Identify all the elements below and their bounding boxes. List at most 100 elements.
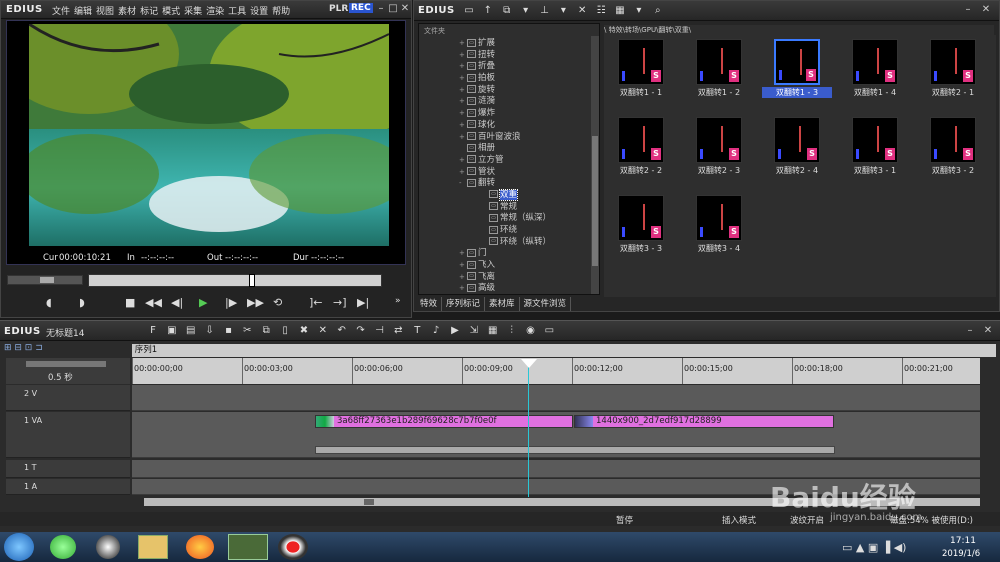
menu-edit[interactable]: 编辑 <box>74 7 92 17</box>
effect-thumbnail[interactable]: S <box>696 39 742 85</box>
tree-item[interactable]: + ▭ 折叠 <box>459 61 589 73</box>
track-va1[interactable]: 3a68ff27363e1b289f69628c7b7f0e0f 1440x90… <box>132 412 980 458</box>
add-effect-icon[interactable]: ⊥ <box>538 4 552 18</box>
expand-icon[interactable]: + <box>459 283 467 295</box>
effect-thumbnail[interactable]: S <box>696 117 742 163</box>
ripple-icon[interactable]: ⇄ <box>391 324 405 338</box>
effect-label[interactable]: 双翻转2 - 2 <box>606 165 676 176</box>
playhead-marker[interactable] <box>249 274 255 287</box>
tree-item[interactable]: + ▭ 旋转 <box>459 85 589 97</box>
effect-label[interactable]: 双翻转2 - 3 <box>684 165 754 176</box>
effect-label[interactable]: 双翻转3 - 2 <box>918 165 988 176</box>
tree-item[interactable]: + ▭ 拍板 <box>459 73 589 85</box>
cut-icon[interactable]: ✂ <box>240 324 254 338</box>
menu-help[interactable]: 帮助 <box>272 7 290 17</box>
effect-label[interactable]: 双翻转1 - 2 <box>684 87 754 98</box>
app-360-icon[interactable] <box>50 535 76 559</box>
zoom-slider[interactable] <box>26 361 106 367</box>
timeline-menu-icon[interactable]: F <box>146 324 160 338</box>
effect-thumbnail[interactable]: S <box>696 195 742 241</box>
properties-icon[interactable]: ☷ <box>594 4 608 18</box>
expand-icon[interactable]: + <box>459 50 467 62</box>
step-forward-icon[interactable]: |▶ <box>225 296 237 309</box>
effect-label[interactable]: 双翻转1 - 3 <box>762 87 832 98</box>
effect-thumbnail[interactable]: S <box>930 117 976 163</box>
dropdown-icon[interactable]: ▾ <box>556 4 570 18</box>
insert-icon[interactable]: ]← <box>309 296 323 309</box>
expand-icon[interactable]: + <box>459 248 467 260</box>
effect-thumbnail[interactable]: S <box>852 117 898 163</box>
tree-item[interactable]: + ▭ 管状 <box>459 167 589 179</box>
track-icon[interactable]: ⊞ ⊟ ⊡ ⊐ <box>4 343 43 353</box>
minimize-icon[interactable]: – <box>375 3 387 15</box>
expand-icon[interactable]: - <box>459 178 467 190</box>
expand-icon[interactable]: + <box>459 167 467 179</box>
menu-file[interactable]: 文件 <box>52 7 70 17</box>
tree-item[interactable]: ▭ 环绕（纵转） <box>459 237 589 249</box>
menu-mode[interactable]: 模式 <box>162 7 180 17</box>
explorer-icon[interactable] <box>138 535 168 559</box>
overwrite-icon[interactable]: →] <box>333 296 347 309</box>
timeline-playhead[interactable] <box>528 359 529 497</box>
tree-item[interactable]: ▭ 环绕 <box>459 225 589 237</box>
tree-item[interactable]: ▭ 双重 <box>459 188 589 202</box>
effect-thumbnail[interactable]: S <box>852 39 898 85</box>
record-icon[interactable]: ◉ <box>524 324 538 338</box>
set-out-icon[interactable]: ◗ <box>79 296 85 309</box>
shuttle-slider[interactable] <box>7 275 83 285</box>
recorder-icon[interactable] <box>278 534 308 560</box>
start-button[interactable] <box>4 533 34 561</box>
expand-icon[interactable]: + <box>459 38 467 50</box>
bin-close-icon[interactable]: ✕ <box>980 4 992 16</box>
expand-icon[interactable]: + <box>459 272 467 284</box>
menu-capture[interactable]: 采集 <box>184 7 202 17</box>
effect-thumbnail[interactable]: S <box>618 117 664 163</box>
menu-tools[interactable]: 工具 <box>228 7 246 17</box>
text-icon[interactable]: T <box>410 324 424 338</box>
mic-icon[interactable]: ♪ <box>429 324 443 338</box>
effect-thumbnail[interactable]: S <box>774 39 820 85</box>
qq-icon[interactable] <box>96 535 120 559</box>
expand-icon[interactable]: + <box>459 120 467 132</box>
tree-item[interactable]: + ▭ 高级 <box>459 283 589 295</box>
menu-view[interactable]: 视图 <box>96 7 114 17</box>
tray-icons[interactable]: ▭ ▲ ▣ ▐ ◀) <box>842 541 906 554</box>
tree-item[interactable]: + ▭ 立方管 <box>459 155 589 167</box>
import-icon[interactable]: ⇩ <box>203 324 217 338</box>
save-icon[interactable]: ▪ <box>222 324 236 338</box>
tree-item[interactable]: + ▭ 球化 <box>459 120 589 132</box>
maximize-icon[interactable]: □ <box>387 3 399 15</box>
folder-icon[interactable]: ▭ <box>462 4 476 18</box>
tree-scrollbar[interactable] <box>591 36 599 294</box>
new-sequence-icon[interactable]: ▣ <box>165 324 179 338</box>
expand-icon[interactable]: + <box>459 108 467 120</box>
sequence-tab[interactable]: 序列1 <box>132 344 160 357</box>
expand-icon[interactable]: + <box>459 61 467 73</box>
tab-library[interactable]: 素材库 <box>485 297 520 311</box>
tree-item[interactable]: + ▭ 门 <box>459 248 589 260</box>
timeline-minimize-icon[interactable]: – <box>964 325 976 337</box>
fast-forward-icon[interactable]: ▶▶ <box>247 296 264 309</box>
loop-icon[interactable]: ⟲ <box>273 296 282 309</box>
tree-item[interactable]: ▭ 常规（纵深） <box>459 213 589 225</box>
expand-icon[interactable]: + <box>459 96 467 108</box>
step-back-icon[interactable]: ◀| <box>171 296 183 309</box>
effect-label[interactable]: 双翻转2 - 1 <box>918 87 988 98</box>
tree-item[interactable]: + ▭ 飞入 <box>459 260 589 272</box>
redo-icon[interactable]: ↷ <box>354 324 368 338</box>
effect-thumbnail[interactable]: S <box>618 195 664 241</box>
delete-icon[interactable]: ✕ <box>575 4 589 18</box>
effect-label[interactable]: 双翻转2 - 4 <box>762 165 832 176</box>
menu-render[interactable]: 渲染 <box>206 7 224 17</box>
expand-icon[interactable]: + <box>459 155 467 167</box>
dropdown-icon[interactable]: ▾ <box>632 4 646 18</box>
trim-icon[interactable]: ▶| <box>357 296 369 309</box>
track-header-a1[interactable]: 1 A <box>6 479 130 495</box>
bin-minimize-icon[interactable]: – <box>962 4 974 16</box>
up-folder-icon[interactable]: ↑ <box>481 4 495 18</box>
effect-label[interactable]: 双翻转3 - 4 <box>684 243 754 254</box>
layers-icon[interactable]: ⧉ <box>500 4 514 18</box>
timeline-clip-1[interactable]: 3a68ff27363e1b289f69628c7b7f0e0f <box>315 415 573 428</box>
play-icon[interactable]: ▶ <box>199 296 207 309</box>
position-scrubber[interactable] <box>88 274 382 287</box>
